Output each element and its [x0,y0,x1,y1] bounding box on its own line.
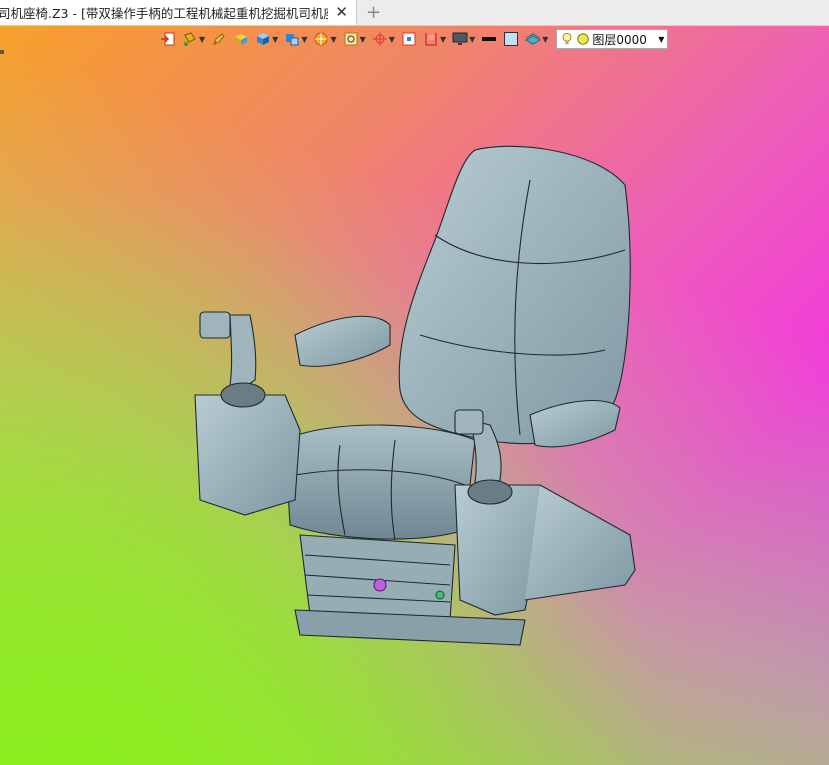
chevron-down-icon[interactable]: ▼ [542,35,548,44]
paint-bucket-icon [184,32,196,46]
paint-bucket-button[interactable]: ▼ [180,28,207,50]
seat-3d-model[interactable] [185,140,645,670]
section-button[interactable]: ▼ [421,28,448,50]
document-tab[interactable]: 司机座椅.Z3 - [带双操作手柄的工程机械起重机挖掘机司机座椅] ✕ [0,0,357,25]
frame-icon [402,32,416,46]
tab-bar: 司机座椅.Z3 - [带双操作手柄的工程机械起重机挖掘机司机座椅] ✕ + [0,0,829,26]
pen-button[interactable] [209,28,229,50]
sphere-button[interactable]: ▼ [311,28,338,50]
pivot-icon [372,32,387,46]
chevron-down-icon[interactable]: ▼ [330,35,336,44]
cube-icon [257,33,270,45]
seat-cushion [284,424,476,540]
layer-name: 图层0000 [592,32,647,47]
chevron-down-icon[interactable]: ▼ [272,35,278,44]
layer-select[interactable]: 图层0000 ▼ [556,29,669,49]
left-console [194,394,301,516]
view-cube-icon [286,34,299,46]
line-color-button[interactable] [479,28,499,50]
left-armrest [294,315,391,367]
chevron-down-icon[interactable]: ▼ [389,35,395,44]
viewport-corner-mark [0,50,4,54]
zoom-fit-icon [344,32,358,46]
new-tab-button[interactable]: + [366,2,381,23]
zoom-fit-button[interactable]: ▼ [341,28,368,50]
pivot-button[interactable]: ▼ [370,28,397,50]
view-toolbar: ▼ ▼ ▼ ▼ ▼ ▼ ▼ ▼ ▼ 图层0000 ▼ [158,27,669,51]
backrest [398,145,631,445]
chevron-down-icon[interactable]: ▼ [301,35,307,44]
cube-button[interactable]: ▼ [253,28,280,50]
chevron-down-icon[interactable]: ▼ [469,35,475,44]
section-icon [425,33,437,46]
layers-icon [525,33,542,45]
fill-color-icon [504,32,519,46]
line-color-icon [482,37,497,41]
pen-icon [213,33,225,45]
layers-button[interactable]: ▼ [523,28,550,50]
seat-rail [294,609,526,646]
bulb-icon[interactable] [560,32,574,46]
display-button[interactable]: ▼ [450,28,477,50]
import-icon [161,32,175,46]
fill-color-button[interactable] [501,28,521,50]
left-joystick [229,314,257,391]
chevron-down-icon[interactable]: ▼ [360,35,366,44]
sphere-icon [314,32,328,46]
layer-color-icon[interactable] [576,32,590,46]
import-button[interactable] [158,28,178,50]
close-icon[interactable]: ✕ [335,3,348,21]
frame-button[interactable] [399,28,419,50]
view-cube-button[interactable]: ▼ [282,28,309,50]
block-button[interactable] [231,28,251,50]
block-icon [235,34,248,45]
chevron-down-icon[interactable]: ▼ [658,35,664,44]
chevron-down-icon[interactable]: ▼ [199,35,205,44]
suspension-base [299,534,456,621]
display-icon [452,32,468,45]
tab-title: 司机座椅.Z3 - [带双操作手柄的工程机械起重机挖掘机司机座椅] [0,6,328,21]
chevron-down-icon[interactable]: ▼ [440,35,446,44]
